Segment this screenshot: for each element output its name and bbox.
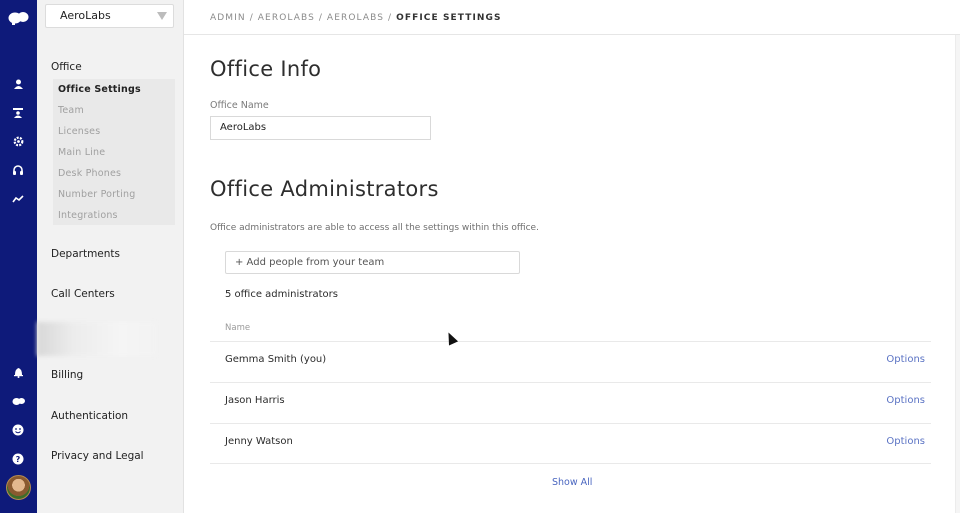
logo-icon[interactable]: [8, 11, 29, 25]
subnav-item-office-settings[interactable]: Office Settings: [58, 84, 141, 95]
logo-small-icon[interactable]: [10, 393, 26, 409]
gear-icon[interactable]: [10, 133, 26, 149]
office-info-title: Office Info: [210, 57, 322, 81]
subnav-item-main-line[interactable]: Main Line: [58, 147, 105, 158]
office-selector[interactable]: AeroLabs: [45, 4, 174, 28]
subnav-item-desk-phones[interactable]: Desk Phones: [58, 168, 121, 179]
options-link[interactable]: Options: [886, 354, 925, 365]
scrollbar[interactable]: [955, 35, 960, 513]
options-link[interactable]: Options: [886, 436, 925, 447]
office-selector-value: AeroLabs: [60, 9, 111, 22]
breadcrumb-current: OFFICE SETTINGS: [396, 13, 502, 23]
avatar[interactable]: [6, 475, 31, 500]
subnav-item-number-porting[interactable]: Number Porting: [58, 189, 136, 200]
subnav-item-licenses[interactable]: Licenses: [58, 126, 100, 137]
nav-section-call-centers[interactable]: Call Centers: [51, 288, 115, 300]
table-row: Jenny Watson Options: [210, 423, 931, 464]
caret-down-icon: [157, 12, 167, 20]
nav-section-departments[interactable]: Departments: [51, 248, 120, 260]
table-row: Gemma Smith (you) Options: [210, 341, 931, 382]
subnav-item-team[interactable]: Team: [58, 105, 84, 116]
breadcrumb-path[interactable]: ADMIN / AEROLABS / AEROLABS /: [210, 13, 396, 23]
office-subnav: Office Settings Team Licenses Main Line …: [53, 79, 175, 225]
admin-name: Gemma Smith (you): [225, 354, 327, 365]
help-icon[interactable]: ?: [10, 451, 26, 467]
nav-section-privacy-and-legal[interactable]: Privacy and Legal: [51, 450, 144, 462]
admin-name: Jenny Watson: [225, 436, 293, 447]
office-admins-description: Office administrators are able to access…: [210, 223, 539, 233]
app-rail: ?: [0, 0, 37, 513]
user-icon[interactable]: [10, 76, 26, 92]
svg-text:?: ?: [16, 455, 21, 464]
nav-section-billing[interactable]: Billing: [51, 369, 83, 381]
header-bar: ADMIN / AEROLABS / AEROLABS / OFFICE SET…: [184, 0, 960, 35]
nav-section-authentication[interactable]: Authentication: [51, 410, 128, 422]
office-admins-title: Office Administrators: [210, 177, 439, 201]
headset-icon[interactable]: [10, 162, 26, 178]
bell-icon[interactable]: [10, 364, 26, 380]
office-name-label: Office Name: [210, 100, 269, 111]
table-row: Jason Harris Options: [210, 382, 931, 423]
settings-sidebar: AeroLabs Office Office Settings Team Lic…: [37, 0, 184, 513]
analytics-icon[interactable]: [10, 191, 26, 207]
smiley-icon[interactable]: [10, 422, 26, 438]
subnav-item-integrations[interactable]: Integrations: [58, 210, 118, 221]
admin-count: 5 office administrators: [225, 289, 338, 300]
contacts-icon[interactable]: [10, 105, 26, 121]
options-link[interactable]: Options: [886, 395, 925, 406]
office-name-field[interactable]: AeroLabs: [210, 116, 431, 140]
admin-name: Jason Harris: [225, 395, 285, 406]
show-all-link[interactable]: Show All: [552, 477, 592, 488]
redacted-region: [37, 322, 157, 356]
column-header-name[interactable]: Name: [225, 323, 250, 333]
add-people-input[interactable]: + Add people from your team: [225, 251, 520, 274]
nav-section-office[interactable]: Office: [51, 61, 82, 73]
breadcrumb: ADMIN / AEROLABS / AEROLABS / OFFICE SET…: [210, 13, 502, 23]
